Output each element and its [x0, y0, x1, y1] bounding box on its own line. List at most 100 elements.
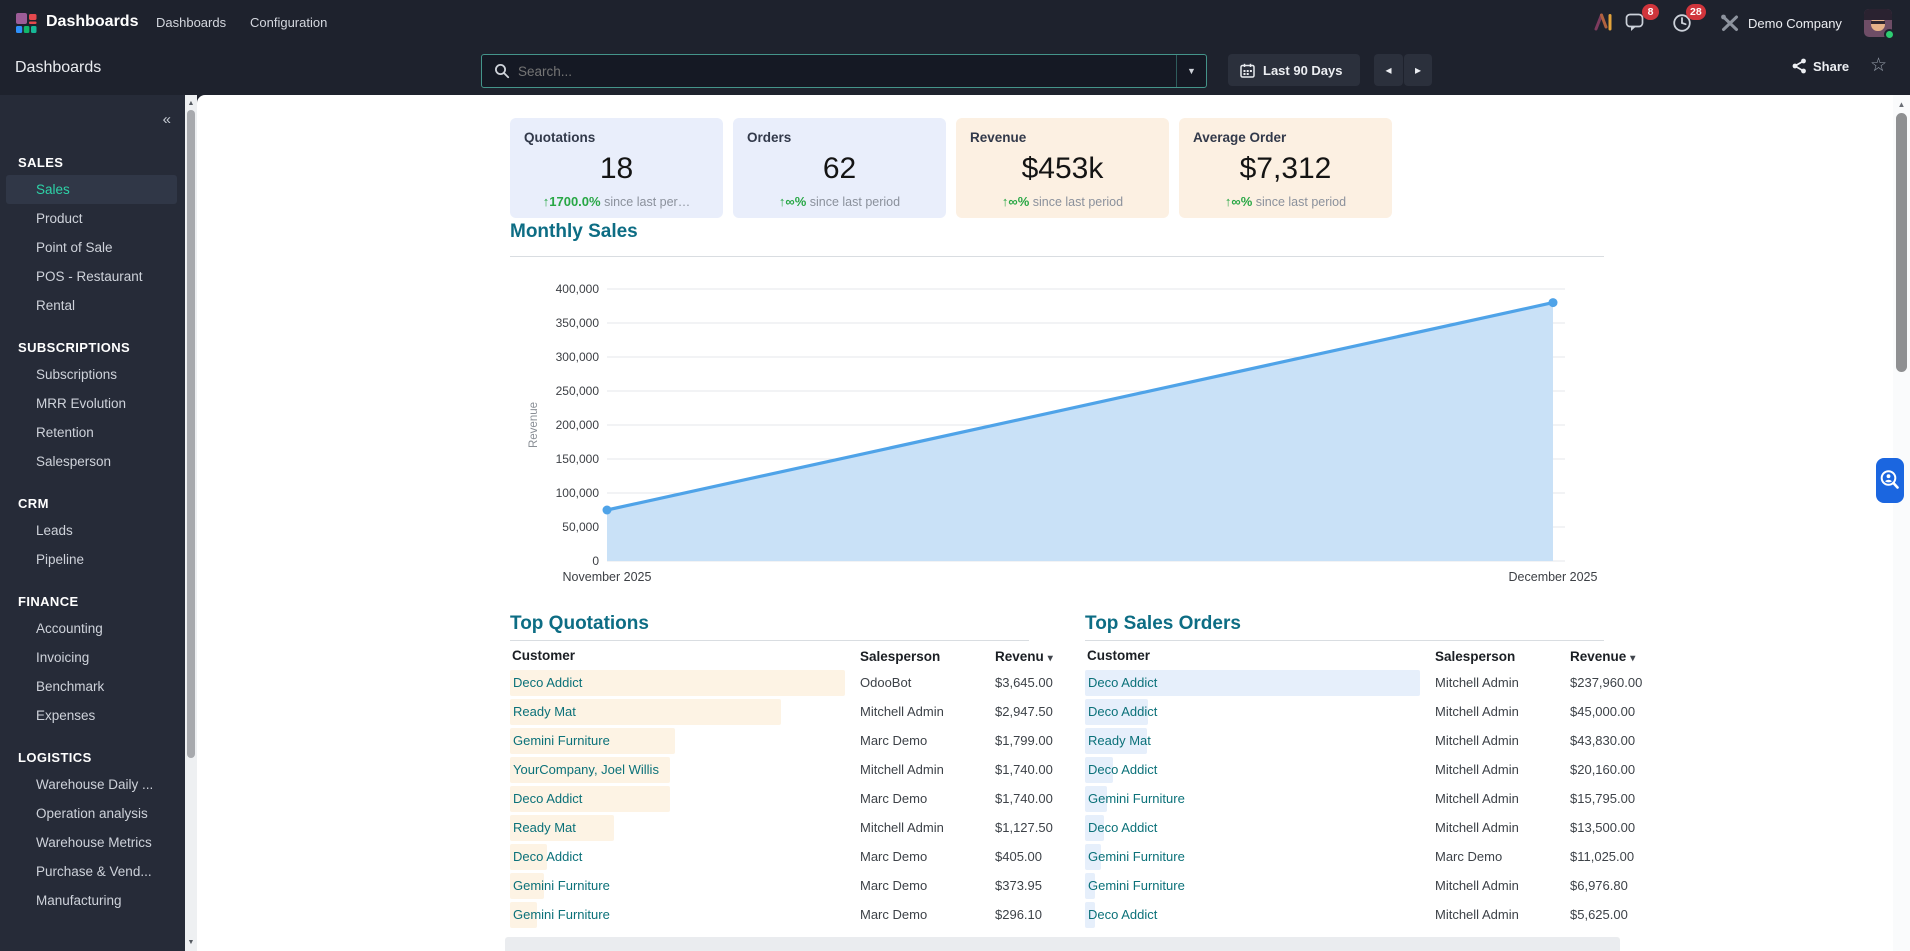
- customer-cell: Gemini Furniture: [510, 871, 845, 900]
- kpi-percent: ∞%: [1231, 194, 1252, 209]
- sidebar-item-warehouse-daily[interactable]: Warehouse Daily ...: [6, 770, 177, 799]
- sidebar-collapse-icon[interactable]: «: [163, 111, 171, 128]
- sidebar-item-expenses[interactable]: Expenses: [6, 701, 177, 730]
- kpi-caption: since last period: [1256, 195, 1346, 209]
- column-header-customer[interactable]: Customer: [1085, 644, 1420, 668]
- sidebar-scroll-down-icon[interactable]: ▼: [185, 939, 197, 946]
- next-section-edge: [505, 937, 1620, 951]
- table-row: Deco AddictMitchell Admin$13,500.00: [1085, 813, 1604, 842]
- revenue-cell: $13,500.00: [1570, 820, 1635, 835]
- customer-cell: Gemini Furniture: [510, 726, 845, 755]
- company-switcher[interactable]: Demo Company: [1748, 16, 1842, 31]
- customer-link[interactable]: Ready Mat: [510, 820, 576, 835]
- customer-link[interactable]: Deco Addict: [1085, 820, 1157, 835]
- svg-text:200,000: 200,000: [556, 418, 600, 432]
- next-period-button[interactable]: ▸: [1404, 54, 1432, 86]
- sidebar-item-leads[interactable]: Leads: [6, 516, 177, 545]
- date-filter-button[interactable]: Last 90 Days: [1228, 54, 1360, 86]
- salesperson-cell: Marc Demo: [845, 878, 995, 893]
- revenue-cell: $45,000.00: [1570, 704, 1635, 719]
- kpi-label: Revenue: [970, 130, 1026, 145]
- sidebar-item-warehouse-metrics[interactable]: Warehouse Metrics: [6, 828, 177, 857]
- apps-menu-icon[interactable]: [16, 13, 38, 33]
- customer-link[interactable]: Gemini Furniture: [1085, 878, 1185, 893]
- search-input[interactable]: [510, 64, 1176, 79]
- customer-link[interactable]: Ready Mat: [510, 704, 576, 719]
- customer-cell: Gemini Furniture: [1085, 871, 1420, 900]
- activities-badge: 28: [1686, 4, 1706, 20]
- kpi-value: $453k: [956, 152, 1169, 186]
- revenue-cell: $11,025.00: [1570, 849, 1634, 864]
- sidebar-item-product[interactable]: Product: [6, 204, 177, 233]
- revenue-cell: $43,830.00: [1570, 733, 1635, 748]
- sidebar-scrollbar: ▲ ▼: [185, 95, 197, 951]
- sidebar-item-sales[interactable]: Sales: [6, 175, 177, 204]
- sidebar-item-invoicing[interactable]: Invoicing: [6, 643, 177, 672]
- customer-link[interactable]: Deco Addict: [1085, 762, 1157, 777]
- column-header-revenue[interactable]: Revenu▾: [995, 649, 1053, 664]
- main-scrollbar-thumb[interactable]: [1896, 113, 1907, 372]
- sidebar-item-accounting[interactable]: Accounting: [6, 614, 177, 643]
- sidebar-item-salesperson[interactable]: Salesperson: [6, 447, 177, 476]
- column-header-revenue[interactable]: Revenue▾: [1570, 649, 1635, 664]
- sidebar-item-retention[interactable]: Retention: [6, 418, 177, 447]
- sidebar-item-purchase-vend[interactable]: Purchase & Vend...: [6, 857, 177, 886]
- revenue-cell: $373.95: [995, 878, 1042, 893]
- customer-link[interactable]: Ready Mat: [1085, 733, 1151, 748]
- ai-icon[interactable]: [1592, 12, 1616, 34]
- svg-text:November 2025: November 2025: [563, 570, 652, 584]
- salesperson-cell: Mitchell Admin: [1420, 791, 1570, 806]
- customer-link[interactable]: Deco Addict: [510, 675, 582, 690]
- customer-link[interactable]: YourCompany, Joel Willis: [510, 762, 659, 777]
- share-button[interactable]: Share: [1792, 58, 1849, 74]
- messages-badge: 8: [1642, 4, 1659, 20]
- debug-tools-icon[interactable]: [1719, 12, 1743, 34]
- customer-link[interactable]: Deco Addict: [1085, 704, 1157, 719]
- app-brand[interactable]: Dashboards: [46, 13, 138, 31]
- search-dropdown-caret-icon[interactable]: ▼: [1176, 55, 1206, 87]
- table-row: Deco AddictMitchell Admin$20,160.00: [1085, 755, 1604, 784]
- customer-zoom-button[interactable]: [1876, 458, 1904, 503]
- revenue-cell: $20,160.00: [1570, 762, 1635, 777]
- sidebar-item-point-of-sale[interactable]: Point of Sale: [6, 233, 177, 262]
- menu-dashboards[interactable]: Dashboards: [156, 15, 226, 30]
- sidebar-item-subscriptions[interactable]: Subscriptions: [6, 360, 177, 389]
- sidebar-item-rental[interactable]: Rental: [6, 291, 177, 320]
- customer-link[interactable]: Gemini Furniture: [510, 878, 610, 893]
- customer-link[interactable]: Deco Addict: [1085, 907, 1157, 922]
- kpi-value: $7,312: [1179, 152, 1392, 186]
- table-row: Gemini FurnitureMarc Demo$296.10: [510, 900, 1029, 929]
- customer-link[interactable]: Deco Addict: [510, 849, 582, 864]
- sidebar-scrollbar-thumb[interactable]: [187, 110, 195, 758]
- customer-cell: Deco Addict: [510, 668, 845, 697]
- page-title: Dashboards: [15, 59, 101, 77]
- column-header-salesperson[interactable]: Salesperson: [845, 649, 995, 664]
- customer-link[interactable]: Gemini Furniture: [1085, 849, 1185, 864]
- sidebar-item-pipeline[interactable]: Pipeline: [6, 545, 177, 574]
- customer-cell: Deco Addict: [1085, 813, 1420, 842]
- revenue-cell: $237,960.00: [1570, 675, 1642, 690]
- sidebar-item-operation-analysis[interactable]: Operation analysis: [6, 799, 177, 828]
- share-icon: [1792, 58, 1807, 74]
- sidebar-item-mrr-evolution[interactable]: MRR Evolution: [6, 389, 177, 418]
- previous-period-button[interactable]: ◂: [1374, 54, 1403, 86]
- column-header-customer[interactable]: Customer: [510, 644, 845, 668]
- customer-link[interactable]: Gemini Furniture: [510, 733, 610, 748]
- sidebar-scroll-up-icon[interactable]: ▲: [185, 100, 197, 107]
- customer-link[interactable]: Gemini Furniture: [1085, 791, 1185, 806]
- sidebar-item-benchmark[interactable]: Benchmark: [6, 672, 177, 701]
- sidebar-item-manufacturing[interactable]: Manufacturing: [6, 886, 177, 915]
- customer-cell: Ready Mat: [510, 697, 845, 726]
- sidebar-item-pos-restaurant[interactable]: POS - Restaurant: [6, 262, 177, 291]
- table-row: Ready MatMitchell Admin$43,830.00: [1085, 726, 1604, 755]
- menu-configuration[interactable]: Configuration: [250, 15, 327, 30]
- customer-link[interactable]: Deco Addict: [510, 791, 582, 806]
- customer-link[interactable]: Deco Addict: [1085, 675, 1157, 690]
- favorite-star-icon[interactable]: ☆: [1870, 54, 1887, 77]
- kpi-label: Quotations: [524, 130, 595, 145]
- user-avatar[interactable]: [1864, 9, 1892, 37]
- svg-text:300,000: 300,000: [556, 350, 600, 364]
- column-header-salesperson[interactable]: Salesperson: [1420, 649, 1570, 664]
- customer-link[interactable]: Gemini Furniture: [510, 907, 610, 922]
- main-scroll-up-icon[interactable]: ▲: [1893, 100, 1910, 109]
